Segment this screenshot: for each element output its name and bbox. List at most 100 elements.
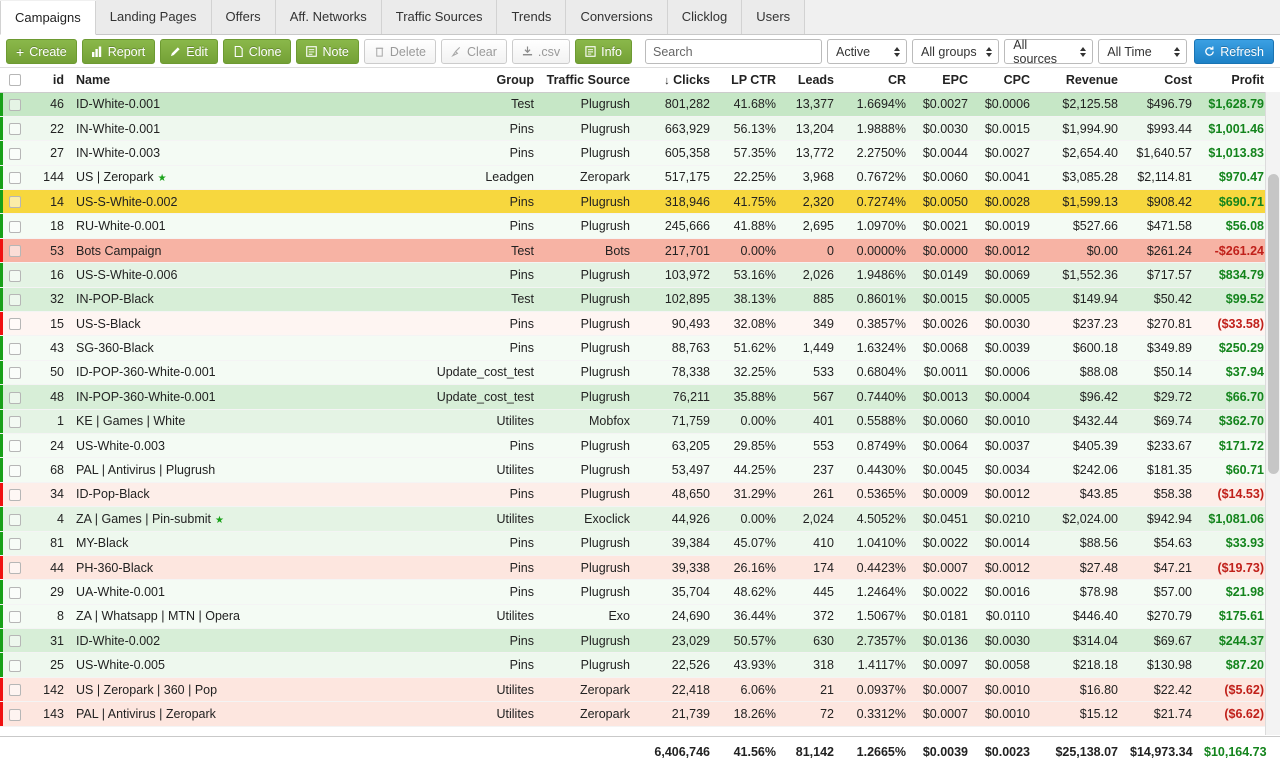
row-checkbox[interactable] [9, 367, 21, 380]
refresh-button[interactable]: Refresh [1194, 39, 1274, 64]
row-select-cell[interactable] [0, 92, 30, 117]
clear-button[interactable]: Clear [441, 39, 507, 64]
tab-clicklog[interactable]: Clicklog [667, 0, 743, 34]
table-row[interactable]: 14 US-S-White-0.002 Pins Plugrush 318,946 41.… [0, 189, 1280, 215]
tab-landing-pages[interactable]: Landing Pages [95, 0, 212, 34]
header-leads[interactable]: Leads [782, 68, 840, 93]
row-select-cell[interactable] [0, 531, 30, 556]
delete-button[interactable]: Delete [363, 39, 437, 64]
tab-traffic-sources[interactable]: Traffic Sources [381, 0, 498, 34]
row-checkbox[interactable] [9, 611, 21, 624]
row-select-cell[interactable] [0, 189, 30, 215]
table-row[interactable]: 81 MY-Black Pins Plugrush 39,384 45.07% 410 1.0… [0, 531, 1280, 556]
row-checkbox[interactable] [9, 172, 21, 185]
row-select-cell[interactable] [0, 433, 30, 459]
table-row[interactable]: 43 SG-360-Black Pins Plugrush 88,763 51.62% 1,… [0, 335, 1280, 361]
header-name[interactable]: Name [70, 68, 422, 93]
row-checkbox[interactable] [9, 562, 21, 575]
row-checkbox[interactable] [9, 196, 21, 209]
row-select-cell[interactable] [0, 165, 30, 191]
info-button[interactable]: Info [575, 39, 632, 64]
edit-button[interactable]: Edit [160, 39, 218, 64]
tab-trends[interactable]: Trends [497, 0, 567, 34]
row-checkbox[interactable] [9, 269, 21, 282]
status-filter-select[interactable]: Active [826, 39, 908, 64]
row-select-cell[interactable] [0, 555, 30, 581]
header-revenue[interactable]: Revenue [1036, 68, 1124, 93]
table-row[interactable]: 48 IN-POP-360-White-0.001 Update_cost_test… [0, 384, 1280, 410]
row-checkbox[interactable] [9, 489, 21, 502]
row-select-cell[interactable] [0, 579, 30, 605]
row-select-cell[interactable] [0, 652, 30, 678]
row-checkbox[interactable] [9, 415, 21, 428]
table-row[interactable]: 32 IN-POP-Black Test Plugrush 102,895 38.13% 8… [0, 287, 1280, 313]
row-checkbox[interactable] [9, 635, 21, 648]
select-all-checkbox[interactable] [9, 74, 21, 87]
table-row[interactable]: 1 KE | Games | White Utilites Mobfox 71,759 0… [0, 409, 1280, 434]
header-cr[interactable]: CR [840, 68, 912, 93]
row-select-cell[interactable] [0, 384, 30, 410]
row-select-cell[interactable] [0, 116, 30, 142]
header-traffic-source[interactable]: Traffic Source [540, 68, 636, 93]
table-row[interactable]: 4 ZA | Games | Pin-submit ★ Utilites Exoclic… [0, 506, 1280, 532]
row-checkbox[interactable] [9, 318, 21, 331]
row-checkbox[interactable] [9, 586, 21, 599]
tab-aff-networks[interactable]: Aff. Networks [275, 0, 382, 34]
groups-filter-select[interactable]: All groups [912, 39, 1000, 64]
row-checkbox[interactable] [9, 245, 21, 258]
table-row[interactable]: 68 PAL | Antivirus | Plugrush Utilites Plug… [0, 457, 1280, 483]
table-row[interactable]: 27 IN-White-0.003 Pins Plugrush 605,358 57.35… [0, 140, 1280, 166]
header-lp-ctr[interactable]: LP CTR [716, 68, 782, 93]
row-checkbox[interactable] [9, 98, 21, 111]
table-row[interactable]: 16 US-S-White-0.006 Pins Plugrush 103,972 53.… [0, 262, 1280, 288]
note-button[interactable]: Note [296, 39, 359, 64]
table-row[interactable]: 31 ID-White-0.002 Pins Plugrush 23,029 50.57%… [0, 628, 1280, 654]
row-select-cell[interactable] [0, 604, 30, 630]
clone-button[interactable]: Clone [222, 39, 292, 64]
row-checkbox[interactable] [9, 659, 21, 672]
table-row[interactable]: 50 ID-POP-360-White-0.001 Update_cost_test… [0, 360, 1280, 386]
row-select-cell[interactable] [0, 238, 30, 264]
table-row[interactable]: 44 PH-360-Black Pins Plugrush 39,338 26.16% 17… [0, 555, 1280, 581]
row-checkbox[interactable] [9, 342, 21, 355]
table-row[interactable]: 46 ID-White-0.001 Test Plugrush 801,282 41.68… [0, 92, 1280, 117]
tab-users[interactable]: Users [742, 0, 806, 34]
header-roi[interactable]: ROI [1270, 68, 1280, 93]
table-row[interactable]: 29 UA-White-0.001 Pins Plugrush 35,704 48.62%… [0, 579, 1280, 605]
select-all-header[interactable] [0, 68, 30, 93]
row-checkbox[interactable] [9, 464, 21, 477]
table-row[interactable]: 144 US | Zeropark ★ Leadgen Zeropark 517,175 2… [0, 165, 1280, 191]
row-select-cell[interactable] [0, 287, 30, 313]
row-checkbox[interactable] [9, 537, 21, 550]
favorite-star-icon[interactable]: ★ [158, 173, 167, 184]
row-select-cell[interactable] [0, 628, 30, 654]
export-csv-button[interactable]: .csv [511, 39, 571, 64]
table-row[interactable]: 8 ZA | Whatsapp | MTN | Opera Utilites Exo 2… [0, 604, 1280, 630]
row-checkbox[interactable] [9, 147, 21, 160]
row-select-cell[interactable] [0, 457, 30, 483]
header-clicks[interactable]: ↓ Clicks [636, 68, 716, 93]
report-button[interactable]: Report [81, 39, 156, 64]
table-row[interactable]: 24 US-White-0.003 Pins Plugrush 63,205 29.85%… [0, 433, 1280, 459]
row-select-cell[interactable] [0, 677, 30, 703]
row-checkbox[interactable] [9, 708, 21, 721]
table-row[interactable]: 15 US-S-Black Pins Plugrush 90,493 32.08% 349 0… [0, 311, 1280, 337]
tab-offers[interactable]: Offers [211, 0, 276, 34]
row-select-cell[interactable] [0, 335, 30, 361]
row-checkbox[interactable] [9, 123, 21, 136]
row-select-cell[interactable] [0, 409, 30, 434]
row-checkbox[interactable] [9, 513, 21, 526]
time-range-filter-select[interactable]: All Time [1098, 39, 1188, 64]
table-row[interactable]: 22 IN-White-0.001 Pins Plugrush 663,929 56.13… [0, 116, 1280, 142]
row-select-cell[interactable] [0, 360, 30, 386]
favorite-star-icon[interactable]: ★ [215, 515, 224, 526]
row-checkbox[interactable] [9, 220, 21, 233]
header-cost[interactable]: Cost [1124, 68, 1198, 93]
tab-campaigns[interactable]: Campaigns [0, 1, 96, 35]
table-row[interactable]: 34 ID-Pop-Black Pins Plugrush 48,650 31.29% 26… [0, 482, 1280, 508]
table-row[interactable]: 143 PAL | Antivirus | Zeropark Utilites Zer… [0, 701, 1280, 727]
header-epc[interactable]: EPC [912, 68, 974, 93]
row-select-cell[interactable] [0, 213, 30, 239]
sources-filter-select[interactable]: All sources [1004, 38, 1094, 66]
row-select-cell[interactable] [0, 482, 30, 508]
